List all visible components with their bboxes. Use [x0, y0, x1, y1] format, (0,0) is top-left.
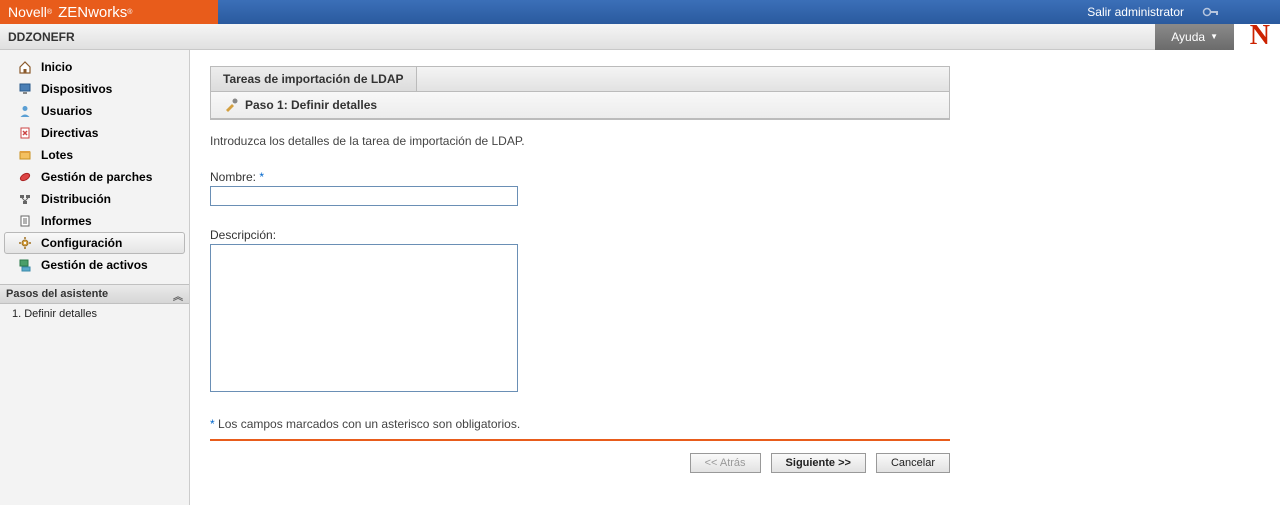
required-asterisk-note: * — [210, 417, 218, 431]
wizard-panel: Tareas de importación de LDAP Paso 1: De… — [210, 66, 950, 120]
sidebar-item-label: Usuarios — [41, 104, 92, 118]
logout-link[interactable]: Salir administrator — [1087, 5, 1184, 19]
wizard-title: Pasos del asistente — [6, 288, 108, 300]
patch-icon — [17, 169, 33, 185]
name-label-text: Nombre: — [210, 170, 256, 184]
sidebar-item-label: Configuración — [41, 236, 122, 250]
description-label: Descripción: — [210, 228, 1214, 242]
sidebar-item-label: Lotes — [41, 148, 73, 162]
back-button: << Atrás — [690, 453, 761, 473]
user-icon — [17, 103, 33, 119]
brand-bar: Novell® ZENworks® — [0, 0, 218, 24]
sidebar-item-label: Directivas — [41, 126, 98, 140]
key-icon[interactable] — [1202, 6, 1220, 18]
novell-n-logo: N — [1250, 20, 1270, 52]
collapse-icon[interactable]: ︽ — [173, 288, 183, 303]
sidebar: Inicio Dispositivos Usuarios Directivas … — [0, 50, 190, 505]
sidebar-item-label: Dispositivos — [41, 82, 112, 96]
required-asterisk: * — [259, 170, 264, 184]
brand-novell-sub: ® — [47, 9, 52, 16]
intro-text: Introduzca los detalles de la tarea de i… — [210, 134, 1214, 148]
name-input[interactable] — [210, 186, 518, 206]
policy-icon — [17, 125, 33, 141]
gear-icon — [17, 235, 33, 251]
bundle-icon — [17, 147, 33, 163]
distribution-icon — [17, 191, 33, 207]
sidebar-item-label: Gestión de activos — [41, 258, 148, 272]
sidebar-item-parches[interactable]: Gestión de parches — [4, 166, 185, 188]
sidebar-item-lotes[interactable]: Lotes — [4, 144, 185, 166]
panel-tab: Tareas de importación de LDAP — [211, 67, 417, 91]
cancel-button[interactable]: Cancelar — [876, 453, 950, 473]
brand-zen-sub: ® — [127, 9, 132, 16]
sidebar-item-distribucion[interactable]: Distribución — [4, 188, 185, 210]
next-button[interactable]: Siguiente >> — [771, 453, 866, 473]
brand-novell: Novell — [8, 4, 47, 20]
home-icon — [17, 59, 33, 75]
required-note-text: Los campos marcados con un asterisco son… — [218, 417, 520, 431]
sidebar-item-activos[interactable]: Gestión de activos — [4, 254, 185, 276]
tools-icon — [223, 97, 239, 113]
asset-icon — [17, 257, 33, 273]
name-label: Nombre: * — [210, 170, 1214, 184]
main-content: Tareas de importación de LDAP Paso 1: De… — [190, 50, 1234, 505]
top-blue-bar: Salir administrator — [218, 0, 1280, 24]
panel-step-label: Paso 1: Definir detalles — [245, 98, 377, 112]
wizard-step-1[interactable]: 1. Definir detalles — [0, 304, 189, 324]
description-input[interactable] — [210, 244, 518, 392]
help-label: Ayuda — [1171, 30, 1205, 44]
zone-name: DDZONEFR — [0, 30, 75, 44]
sidebar-item-inicio[interactable]: Inicio — [4, 56, 185, 78]
report-icon — [17, 213, 33, 229]
monitor-icon — [17, 81, 33, 97]
sidebar-item-label: Inicio — [41, 60, 72, 74]
brand-zenworks: ZENworks — [58, 4, 127, 21]
wizard-steps-header: Pasos del asistente ︽ — [0, 284, 189, 304]
sidebar-item-usuarios[interactable]: Usuarios — [4, 100, 185, 122]
divider — [210, 439, 950, 441]
help-button[interactable]: Ayuda ▼ — [1155, 24, 1234, 50]
sidebar-item-directivas[interactable]: Directivas — [4, 122, 185, 144]
sidebar-item-dispositivos[interactable]: Dispositivos — [4, 78, 185, 100]
sidebar-item-label: Informes — [41, 214, 92, 228]
chevron-down-icon: ▼ — [1210, 32, 1218, 41]
sidebar-item-label: Distribución — [41, 192, 111, 206]
sidebar-item-configuracion[interactable]: Configuración — [4, 232, 185, 254]
required-note: * Los campos marcados con un asterisco s… — [210, 417, 1214, 431]
sidebar-item-label: Gestión de parches — [41, 170, 152, 184]
sidebar-item-informes[interactable]: Informes — [4, 210, 185, 232]
